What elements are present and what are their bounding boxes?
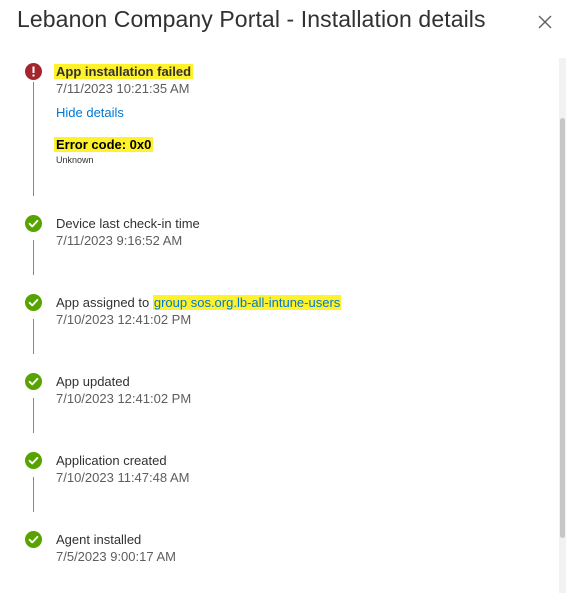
timeline-connector — [33, 82, 34, 196]
checkmark-icon — [25, 294, 42, 311]
event-time: 7/10/2023 12:41:02 PM — [56, 391, 192, 406]
event-title: App updated — [56, 374, 130, 389]
timeline-connector — [33, 319, 34, 354]
event-timeline: App installation failed 7/11/2023 10:21:… — [0, 0, 555, 593]
event-time: 7/11/2023 10:21:35 AM — [56, 81, 190, 96]
vertical-scrollbar[interactable] — [559, 58, 566, 593]
event-title-prefix: App assigned to — [56, 295, 153, 310]
event-time: 7/5/2023 9:00:17 AM — [56, 549, 176, 564]
error-icon — [25, 63, 42, 80]
event-title: App assigned to group sos.org.lb-all-int… — [56, 294, 342, 311]
checkmark-icon — [25, 215, 42, 232]
checkmark-icon — [25, 531, 42, 548]
timeline-connector — [33, 240, 34, 275]
error-code: Error code: 0x0 — [54, 137, 154, 152]
event-title-text: App installation failed — [54, 64, 194, 79]
event-time: 7/10/2023 11:47:48 AM — [56, 470, 190, 485]
error-description: Unknown — [56, 155, 94, 165]
installation-details-panel: Lebanon Company Portal - Installation de… — [0, 0, 568, 593]
checkmark-icon — [25, 373, 42, 390]
scrollbar-thumb[interactable] — [560, 118, 565, 538]
event-title: Agent installed — [56, 532, 142, 547]
timeline-connector — [33, 477, 34, 512]
event-time: 7/11/2023 9:16:52 AM — [56, 233, 183, 248]
event-title: Application created — [56, 453, 167, 468]
event-title: App installation failed — [54, 63, 194, 80]
checkmark-icon — [25, 452, 42, 469]
timeline-connector — [33, 398, 34, 433]
error-code-text: Error code: 0x0 — [54, 137, 154, 152]
event-time: 7/10/2023 12:41:02 PM — [56, 312, 192, 327]
hide-details-link[interactable]: Hide details — [56, 105, 124, 120]
assigned-group-link[interactable]: group sos.org.lb-all-intune-users — [152, 295, 342, 310]
event-title: Device last check-in time — [56, 216, 200, 231]
